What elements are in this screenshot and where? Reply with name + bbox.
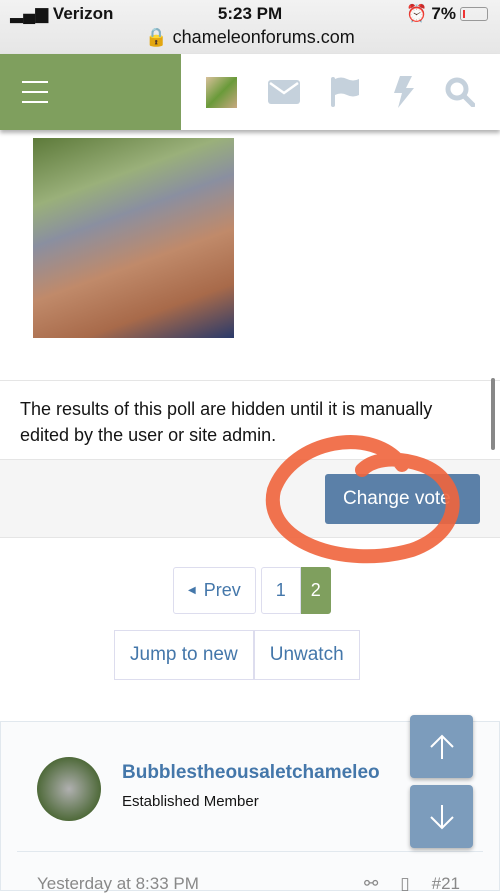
username-link[interactable]: Bubblestheousaletchameleo [122,762,380,784]
share-icon[interactable]: ⚯ [364,874,378,894]
envelope-icon[interactable] [267,80,300,104]
site-header [0,54,500,130]
arrow-down-icon [429,804,454,829]
menu-icon[interactable] [22,81,48,111]
status-bar: ▂▄▆ Verizon 5:23 PM ⏰ 7% 🔒 chameleonforum… [0,0,500,54]
prev-label: Prev [203,580,241,600]
bolt-icon[interactable] [392,76,415,108]
lock-icon: 🔒 [145,27,168,47]
page-1[interactable]: 1 [260,567,301,614]
post-number[interactable]: #21 [432,874,460,894]
divider [17,851,483,852]
search-icon[interactable] [445,77,475,107]
pagination: ◀ Prev 1 2 [173,567,331,614]
flag-icon[interactable] [330,76,362,108]
battery: ⏰ 7% [406,4,488,24]
alarm-icon: ⏰ [406,4,428,23]
user-title: Established Member [122,793,259,810]
post-date[interactable]: Yesterday at 8:33 PM [37,874,199,894]
user-avatar[interactable] [206,76,238,108]
caret-left-icon: ◀ [188,585,196,596]
url-bar[interactable]: 🔒 chameleonforums.com [0,27,500,48]
arrow-up-icon [429,734,454,759]
scroll-up-button[interactable] [410,715,473,778]
jump-to-new-button[interactable]: Jump to new [114,630,254,680]
poll-hidden-message: The results of this poll are hidden unti… [0,380,500,460]
unwatch-button[interactable]: Unwatch [253,630,360,680]
chameleon-photo[interactable] [33,138,234,338]
avatar[interactable] [37,757,101,821]
thread-actions: Jump to new Unwatch [114,630,360,680]
change-vote-button[interactable]: Change vote [325,474,480,524]
scroll-down-button[interactable] [410,785,473,848]
url-text: chameleonforums.com [172,27,355,47]
scrollbar[interactable] [491,378,495,450]
page-2[interactable]: 2 [300,567,331,614]
prev-page-button[interactable]: ◀ Prev [173,567,256,614]
battery-percent: 7% [431,4,456,23]
bookmark-icon[interactable]: ▯ [400,874,409,894]
battery-icon [460,7,488,21]
